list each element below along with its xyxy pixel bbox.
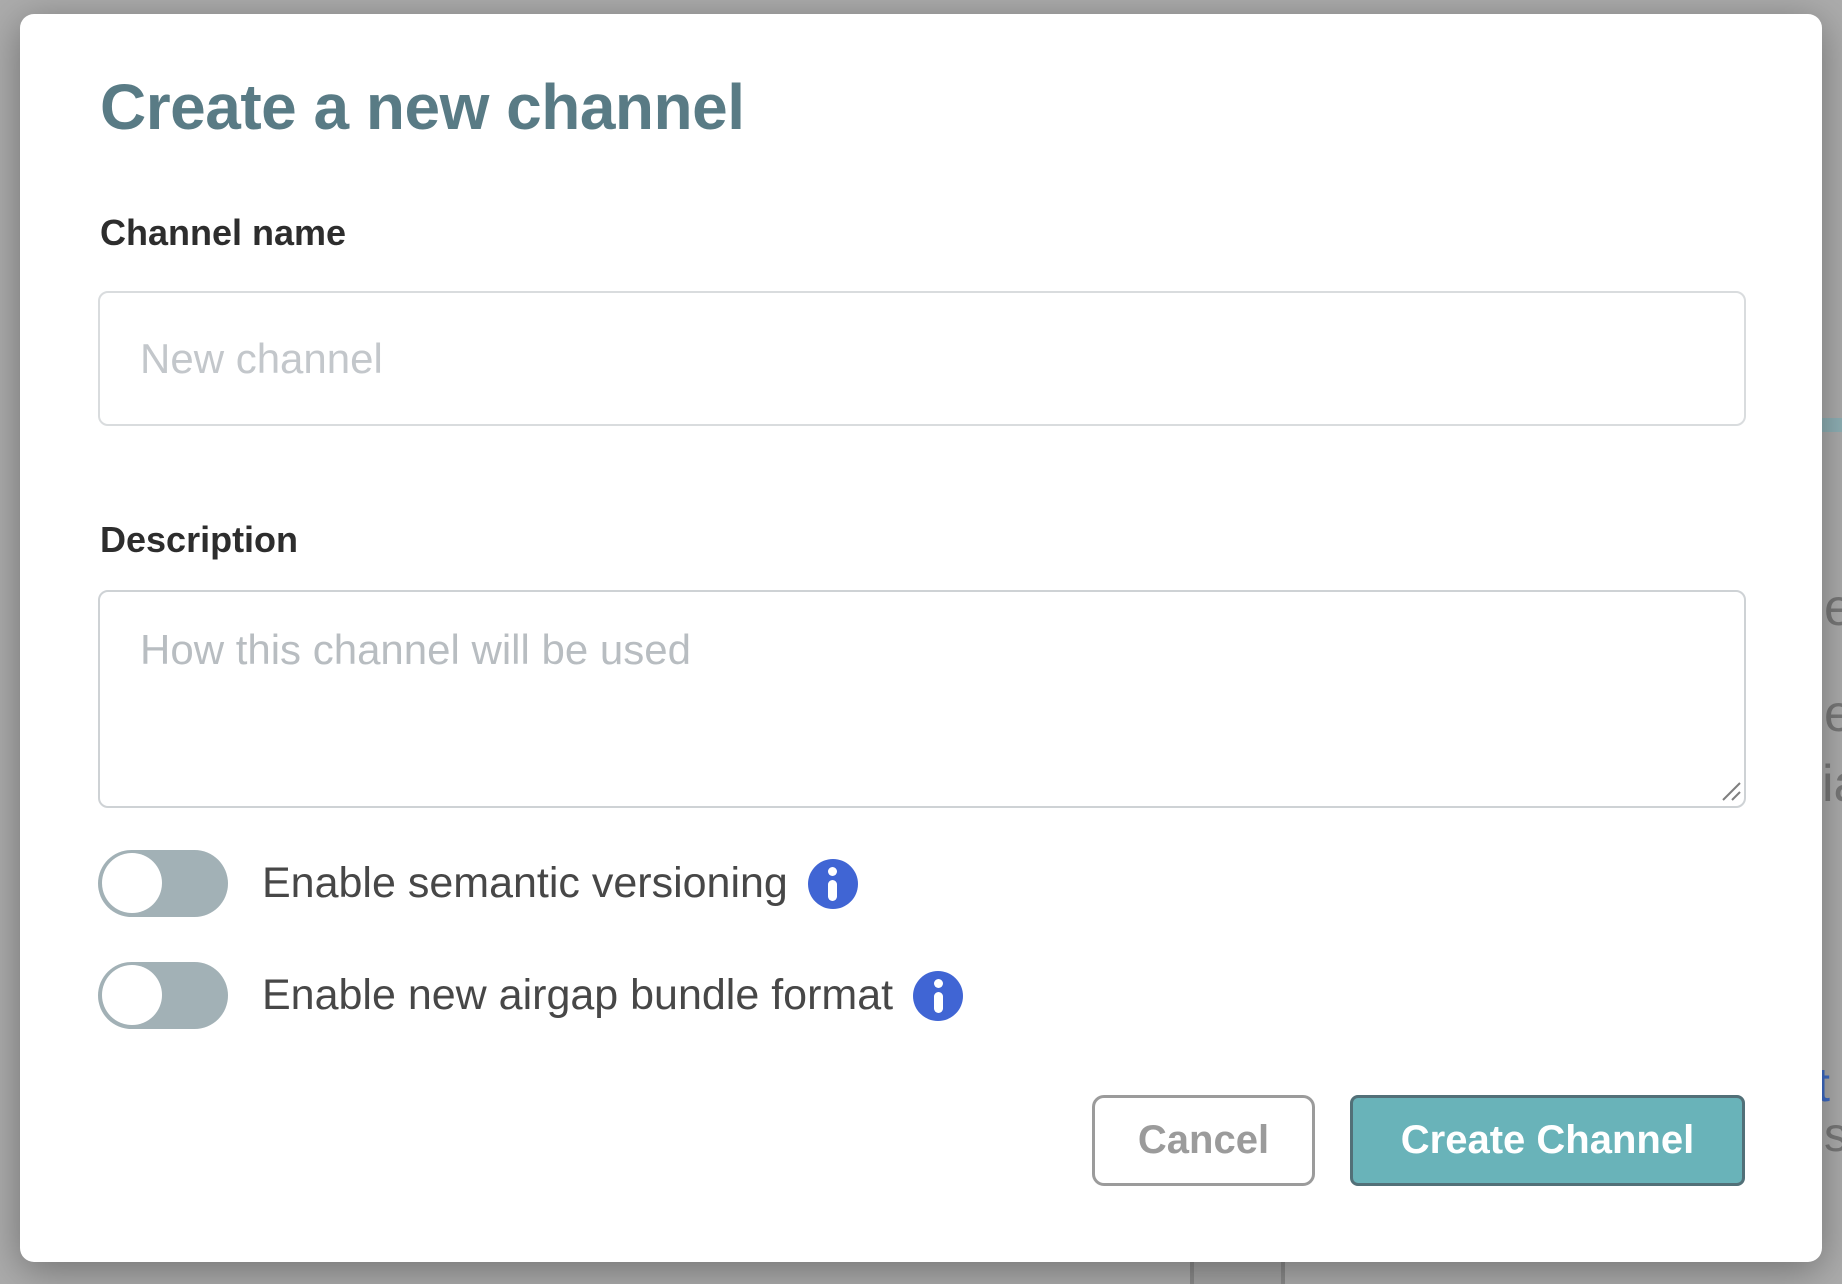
description-textarea[interactable] [98,590,1746,808]
semantic-versioning-row: Enable semantic versioning [98,850,858,917]
semantic-versioning-toggle[interactable] [98,850,228,917]
toggle-knob [102,853,162,913]
backdrop-text-fragment: e [1824,688,1842,740]
backdrop-text-fragment: e [1824,582,1842,634]
airgap-bundle-row: Enable new airgap bundle format [98,962,963,1029]
description-field [98,590,1746,808]
toggle-knob [102,965,162,1025]
cancel-button[interactable]: Cancel [1092,1095,1315,1186]
backdrop-text-fragment: ia [1822,758,1842,810]
airgap-bundle-label: Enable new airgap bundle format [262,971,893,1020]
backdrop-scrollbar-fragment [1190,1262,1285,1284]
channel-name-input[interactable] [98,291,1746,426]
info-icon[interactable] [913,971,963,1021]
create-channel-button[interactable]: Create Channel [1350,1095,1745,1186]
backdrop-text-fragment: s [1824,1112,1842,1160]
screen: e e ia it s Create a new channel Channel… [0,0,1842,1284]
modal-title: Create a new channel [100,70,744,144]
create-channel-modal: Create a new channel Channel name Descri… [20,14,1822,1262]
info-icon[interactable] [808,859,858,909]
resize-handle-icon[interactable] [1719,779,1741,801]
airgap-bundle-toggle[interactable] [98,962,228,1029]
channel-name-label: Channel name [100,212,346,254]
semantic-versioning-label: Enable semantic versioning [262,859,788,908]
description-label: Description [100,519,298,561]
backdrop-teal-band [1820,418,1842,432]
